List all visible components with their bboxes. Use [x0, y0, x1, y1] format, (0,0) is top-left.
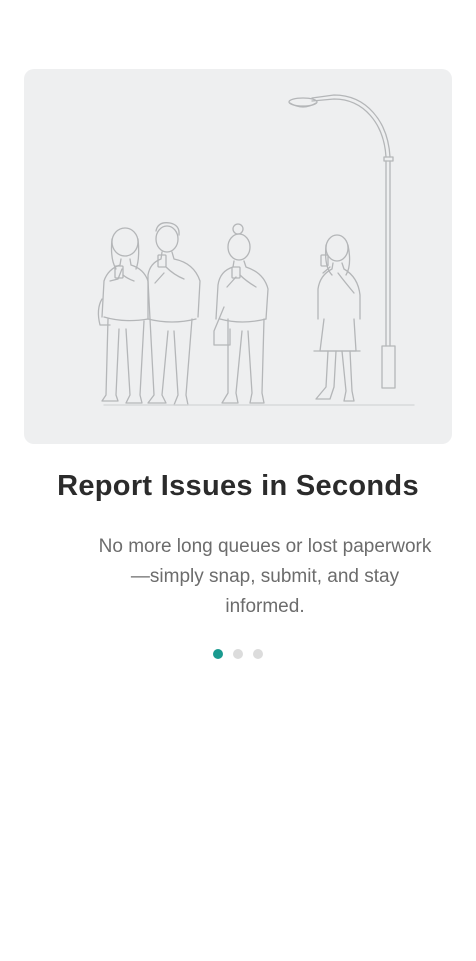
person-1-icon	[97, 227, 151, 404]
onboarding-title: Report Issues in Seconds	[57, 470, 419, 502]
page-indicator-dot-1[interactable]	[213, 649, 223, 659]
person-3-icon	[213, 223, 269, 404]
onboarding-illustration-card	[24, 69, 452, 444]
page-indicator-dot-3[interactable]	[253, 649, 263, 659]
streetlamp-icon	[288, 94, 396, 389]
page-indicator	[0, 649, 476, 659]
onboarding-description: No more long queues or lost paperwork—si…	[98, 536, 432, 617]
person-4-icon	[313, 234, 361, 402]
person-2-icon	[147, 222, 201, 406]
page-indicator-dot-2[interactable]	[233, 649, 243, 659]
people-waiting-under-streetlamp-illustration	[97, 94, 415, 406]
